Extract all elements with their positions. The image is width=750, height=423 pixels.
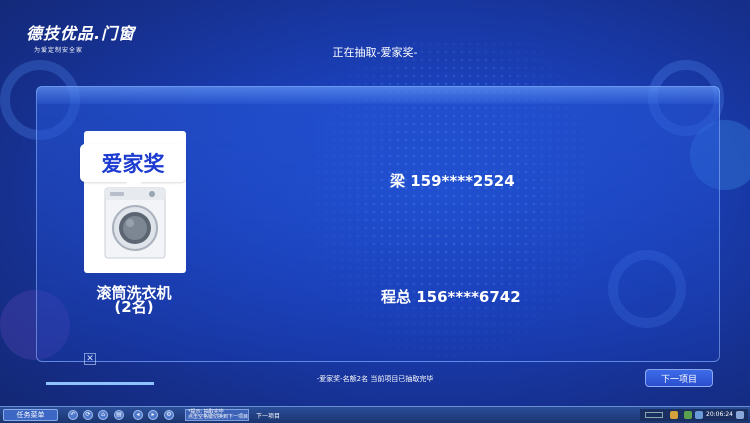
tray-app-icon[interactable] [670,411,678,419]
winner-entry: 程总 156****6742 [381,288,521,306]
next-item-button[interactable]: 下一项目 [645,369,713,387]
taskbar-next-item[interactable]: 下一项目 [256,411,280,420]
home-icon[interactable]: ⌂ [98,410,108,420]
tray-notification-icon[interactable] [736,411,744,419]
taskbar-window-line: 点击空格键切换到下一项目 [188,414,249,420]
refresh-icon[interactable]: ⟳ [83,410,93,420]
winner-entry: 梁 159****2524 [390,172,515,190]
settings-icon[interactable]: ⚙ [164,410,174,420]
back-icon[interactable]: ↶ [68,410,78,420]
prev-icon[interactable]: ◂ [133,410,143,420]
next-icon[interactable]: ▸ [148,410,158,420]
logo-title: 德技优品.门窗 [26,24,136,43]
taskbar-window[interactable]: *提示: 抽取完毕 点击空格键切换到下一项目 [185,409,249,421]
washing-machine-icon [104,187,166,259]
draw-panel-header [36,86,720,104]
start-menu-button[interactable]: 任务菜单 [3,409,58,421]
tray-indicator [645,412,663,418]
taskbar: 任务菜单 ↶ ⟳ ⌂ ▤ ◂ ▸ ⚙ *提示: 抽取完毕 点击空格键切换到下一项… [0,406,750,423]
prize-count: (2名) [114,298,154,316]
close-icon[interactable]: ✕ [84,353,96,365]
prize-badge: 爱家奖 [80,144,186,190]
draw-status-title: 正在抽取-爱家奖- [332,46,418,59]
tray-network-icon[interactable] [684,411,692,419]
tray-volume-icon[interactable] [695,411,703,419]
taskbar-clock: 20:06:24 [706,411,733,418]
trash-icon[interactable]: ▤ [114,410,124,420]
draw-summary: -爱家奖-名额2名 当前项目已抽取完毕 [316,375,434,383]
